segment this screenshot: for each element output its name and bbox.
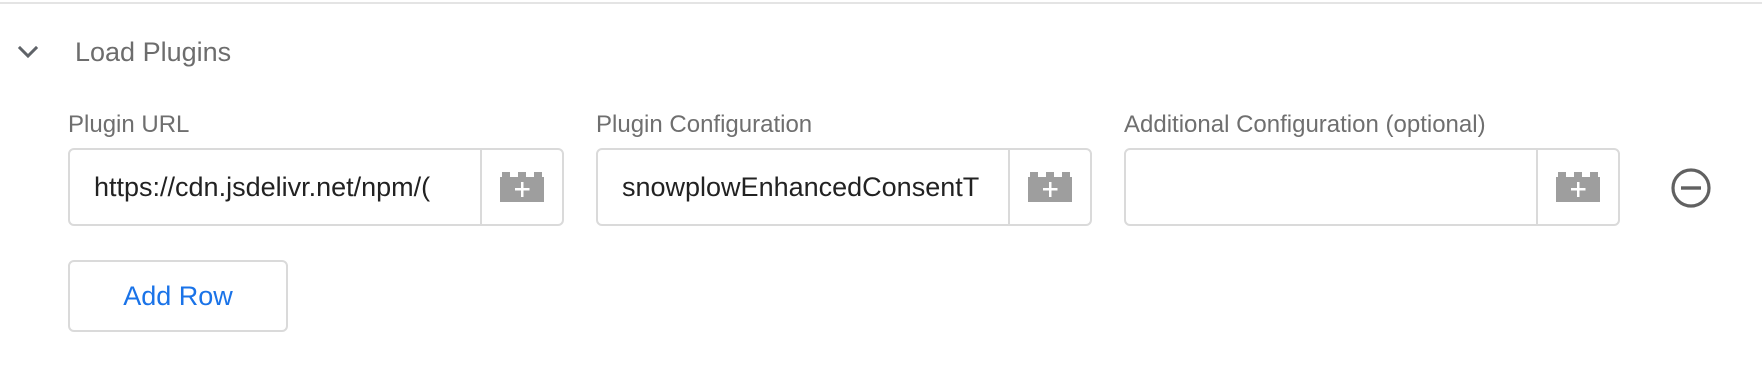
plugin-configuration-input[interactable]: snowplowEnhancedConsentT <box>598 150 1010 224</box>
plugin-url-field: https://cdn.jsdelivr.net/npm/( <box>68 148 564 226</box>
additional-configuration-variable-button[interactable] <box>1536 150 1618 224</box>
plugin-url-input[interactable]: https://cdn.jsdelivr.net/npm/( <box>70 150 482 224</box>
plugin-url-label: Plugin URL <box>68 111 190 138</box>
plugin-configuration-label: Plugin Configuration <box>596 111 813 138</box>
variable-picker-icon <box>500 172 544 202</box>
remove-row-icon[interactable] <box>1670 167 1712 209</box>
additional-configuration-label: Additional Configuration (optional) <box>1124 111 1486 138</box>
additional-configuration-field <box>1124 148 1620 226</box>
section-title: Load Plugins <box>75 37 232 67</box>
load-plugins-panel: Load Plugins Plugin URL Plugin Configura… <box>0 0 1762 374</box>
additional-configuration-input[interactable] <box>1126 150 1538 224</box>
plugin-configuration-variable-button[interactable] <box>1008 150 1090 224</box>
variable-picker-icon <box>1556 172 1600 202</box>
plugin-configuration-field: snowplowEnhancedConsentT <box>596 148 1092 226</box>
chevron-down-icon[interactable] <box>16 40 40 64</box>
section-header[interactable]: Load Plugins <box>0 30 600 74</box>
variable-picker-icon <box>1028 172 1072 202</box>
plugin-url-variable-button[interactable] <box>480 150 562 224</box>
add-row-button[interactable]: Add Row <box>68 260 288 332</box>
top-divider <box>0 2 1762 4</box>
